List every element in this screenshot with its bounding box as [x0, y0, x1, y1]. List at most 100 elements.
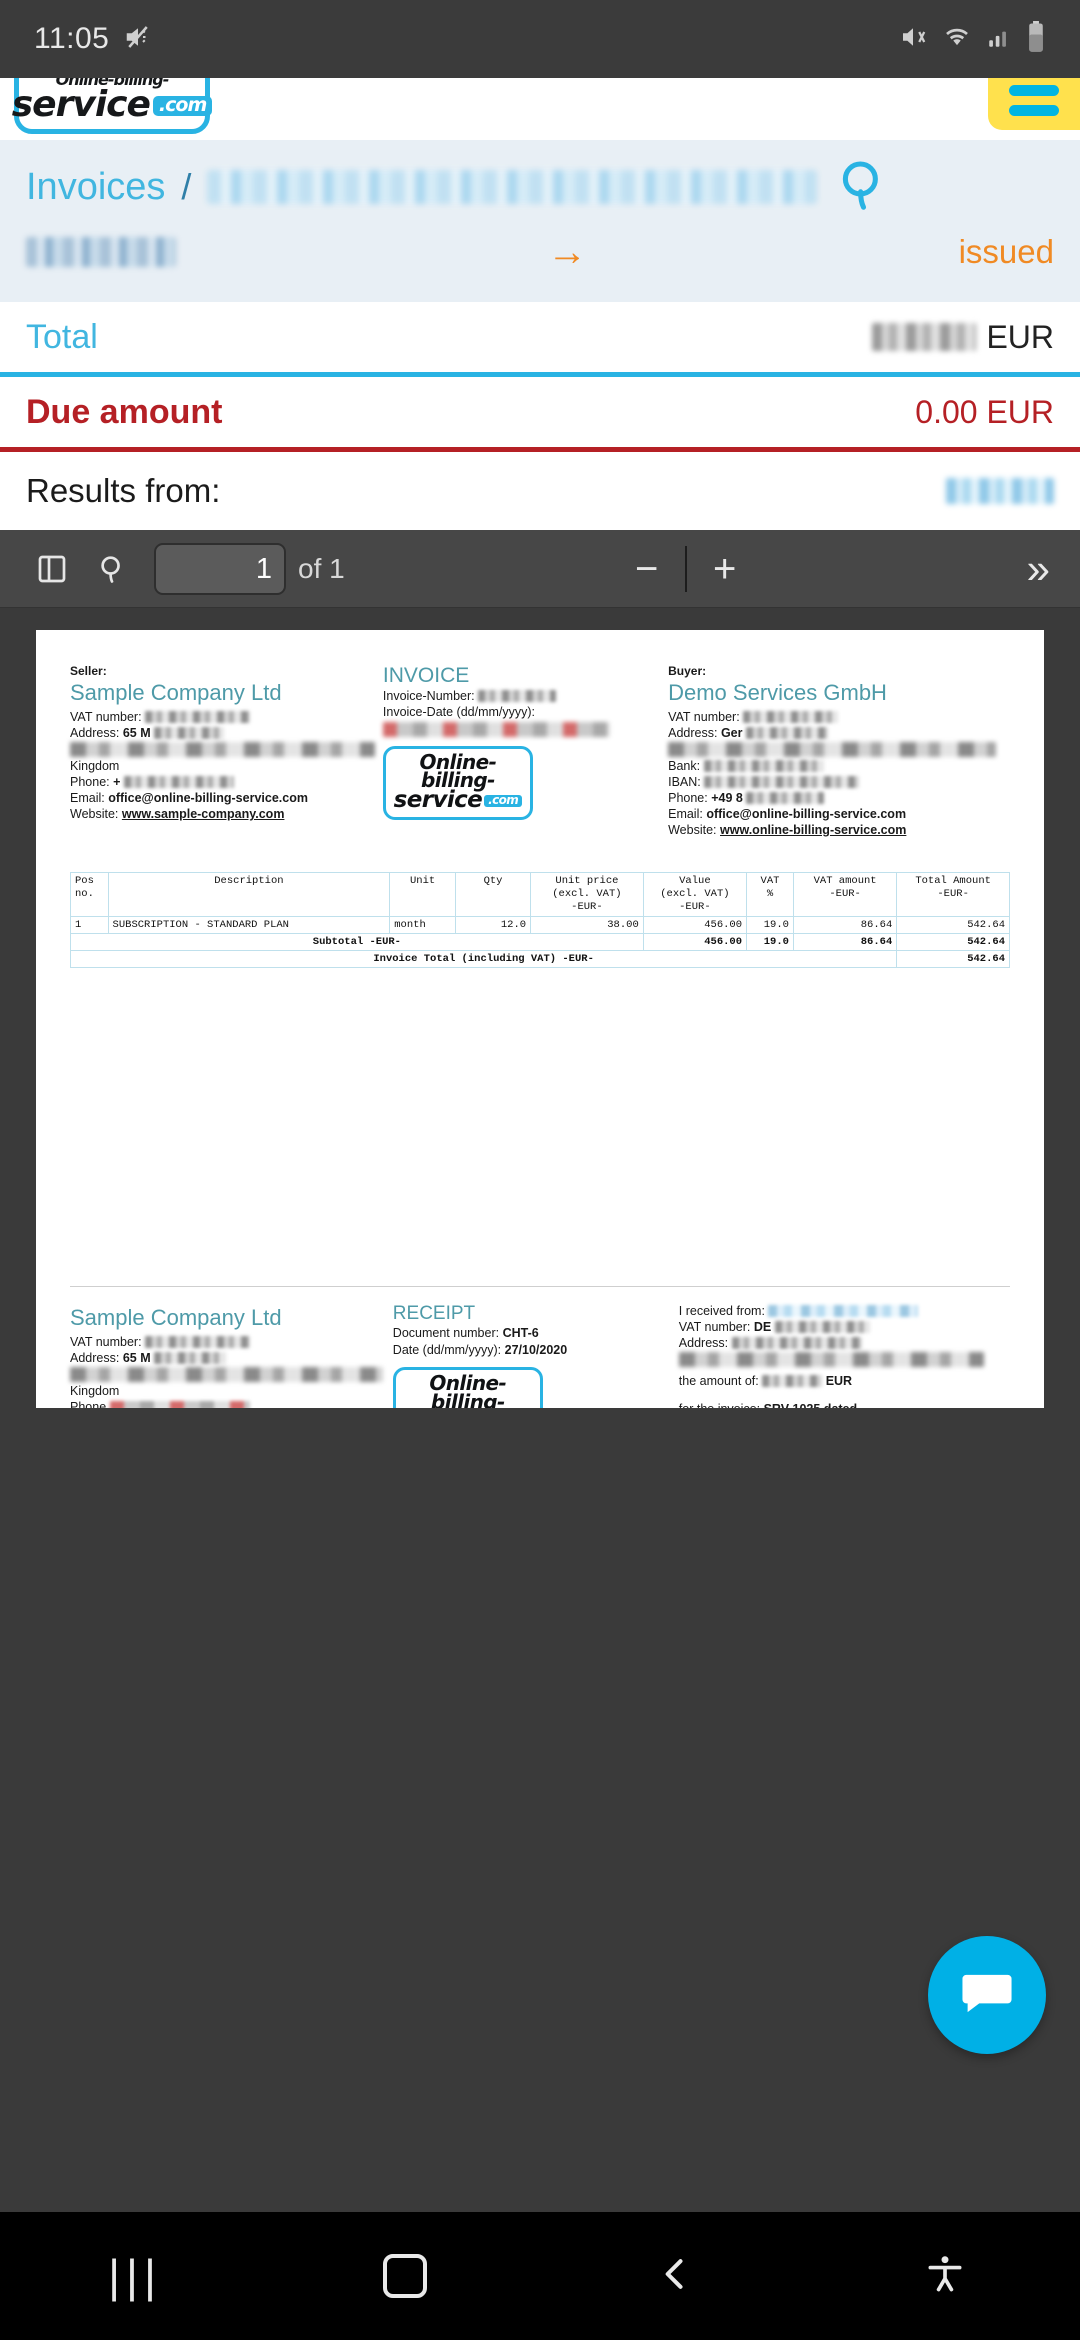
- status-badge: issued: [958, 233, 1054, 270]
- receipt-payer-address: Address:: [679, 1335, 1010, 1351]
- pdf-search-icon[interactable]: [82, 552, 142, 586]
- logo-line2: service .com: [12, 86, 213, 122]
- buyer-vat: VAT number:: [668, 709, 1010, 725]
- subtotal-vat-pct: 19.0: [746, 933, 794, 952]
- receipt-address: Address: 65 M: [70, 1350, 383, 1366]
- due-amount-value: 0.00 EUR: [915, 393, 1054, 430]
- receipt-phone: Phone: [70, 1399, 383, 1408]
- receipt-meta-block: RECEIPT Document number: CHT-6 Date (dd/…: [392, 1303, 669, 1408]
- buyer-website: Website: www.online-billing-service.com: [668, 823, 907, 837]
- col-unit: Unit: [389, 871, 456, 918]
- breadcrumb-invoices-link[interactable]: Invoices: [26, 166, 165, 209]
- menu-icon: [1009, 105, 1059, 116]
- cell-value: 456.00: [642, 916, 748, 935]
- invoice-date-label: Invoice-Date (dd/mm/yyyy):: [382, 705, 536, 720]
- menu-button[interactable]: [988, 78, 1080, 130]
- back-chevron-icon: [653, 2252, 697, 2301]
- pdf-toolbar: 1 of 1 − + »: [0, 530, 1080, 608]
- chat-fab-button[interactable]: [928, 1936, 1046, 2054]
- app-logo[interactable]: Online-billing- service .com: [12, 78, 213, 134]
- buyer-email: Email: office@online-billing-service.com: [668, 807, 907, 821]
- cell-description: SUBSCRIPTION - STANDARD PLAN: [107, 916, 391, 935]
- invoice-status-row: → issued: [26, 224, 1054, 280]
- more-tools-button[interactable]: »: [1027, 545, 1058, 593]
- recents-button[interactable]: |||: [60, 2249, 210, 2303]
- receipt-payer-block: I received from: VAT number: DE Address:…: [678, 1303, 1010, 1408]
- received-from: I received from:: [679, 1303, 1010, 1319]
- invoice-title: INVOICE: [382, 664, 470, 687]
- total-amount-redacted: [872, 323, 977, 351]
- receipt-phone-redacted: [109, 1401, 250, 1408]
- col-pos: Pos no.: [70, 871, 109, 918]
- signal-icon: [986, 22, 1012, 57]
- document-logo-line2: service .com: [392, 789, 524, 812]
- wifi-icon: [942, 22, 972, 57]
- seller-address-tail: Kingdom: [70, 759, 120, 773]
- subtotal-vat-amount: 86.64: [792, 933, 898, 952]
- invoice-items-table: Pos no. Description Unit Qty Unit price …: [69, 871, 1010, 969]
- receipt-address-line2-redacted: [70, 1367, 383, 1383]
- invoice-header: Seller: Sample Company Ltd VAT number: A…: [70, 664, 1010, 838]
- col-vat-amount: VAT amount -EUR-: [792, 871, 898, 918]
- accessibility-icon: [923, 2252, 967, 2301]
- buyer-name: Demo Services GmbH: [668, 680, 887, 705]
- results-from-label: Results from:: [26, 472, 221, 509]
- status-bar-left: 11:05: [34, 22, 153, 57]
- home-button[interactable]: [330, 2254, 480, 2298]
- search-icon[interactable]: [835, 156, 893, 219]
- receipt-doc-number: Document number: CHT-6: [392, 1326, 539, 1341]
- breadcrumb-current-redacted: [207, 170, 818, 204]
- breadcrumb-band: Invoices / → issued: [0, 140, 1080, 302]
- accessibility-button[interactable]: [870, 2252, 1020, 2301]
- col-description: Description: [107, 871, 391, 918]
- cell-qty: 12.0: [454, 916, 532, 935]
- pdf-viewport[interactable]: Seller: Sample Company Ltd VAT number: A…: [0, 608, 1080, 1408]
- due-amount-row: Due amount 0.00 EUR: [0, 377, 1080, 447]
- subtotal-row: Subtotal -EUR- 456.00 19.0 86.64 542.64: [70, 933, 1010, 952]
- document-logo-line1: Online-billing-: [419, 749, 497, 793]
- back-button[interactable]: [600, 2252, 750, 2301]
- subtotal-total: 542.64: [896, 933, 1010, 952]
- receipt-address-redacted: [154, 1352, 227, 1365]
- buyer-phone: Phone: +49 8: [668, 790, 1010, 806]
- results-from-row: Results from:: [0, 452, 1080, 530]
- zoom-divider: [684, 545, 687, 592]
- invoice-number-redacted: [478, 690, 557, 702]
- page-count-label: of 1: [298, 552, 345, 584]
- seller-address-line2-redacted: [70, 742, 375, 757]
- logo-com-badge: .com: [152, 95, 213, 117]
- buyer-address: Address: Ger: [668, 725, 1010, 741]
- buyer-iban-redacted: [704, 776, 860, 788]
- zoom-controls: − +: [615, 545, 757, 592]
- seller-phone-redacted: [123, 776, 234, 788]
- receipt-logo: Online-billing- service.com: [392, 1366, 543, 1408]
- buyer-heading: Buyer:: [668, 664, 707, 678]
- seller-heading: Seller:: [70, 664, 107, 678]
- receipt-payer-vat: VAT number: DE: [679, 1319, 1010, 1335]
- total-row: Total EUR: [0, 302, 1080, 372]
- total-label: Total: [26, 317, 98, 356]
- seller-address-redacted: [154, 727, 225, 739]
- total-value: EUR: [872, 319, 1054, 356]
- seller-vat-redacted: [145, 711, 251, 723]
- cell-total: 542.64: [896, 916, 1010, 935]
- receipt-date: Date (dd/mm/yyyy): 27/10/2020: [392, 1342, 568, 1357]
- receipt-payer-address-line2-redacted: [678, 1352, 984, 1368]
- receipt-payer-vat-redacted: [774, 1321, 870, 1334]
- receipt-logo-line1: Online-billing-: [429, 1370, 507, 1408]
- received-from-redacted: [768, 1305, 919, 1318]
- grandtotal-value: 542.64: [896, 950, 1010, 969]
- buyer-bank: Bank:: [668, 758, 1010, 774]
- zoom-in-button[interactable]: +: [693, 549, 757, 589]
- receipt-payer-address-redacted: [731, 1337, 862, 1350]
- sidebar-toggle-icon[interactable]: [22, 551, 82, 587]
- invoice-page: Seller: Sample Company Ltd VAT number: A…: [36, 630, 1044, 1408]
- mute-icon: [898, 22, 928, 57]
- seller-phone: Phone: +: [70, 774, 375, 790]
- document-logo: Online-billing- service .com: [382, 745, 533, 820]
- page-number-input[interactable]: 1: [154, 542, 286, 595]
- grandtotal-row: Invoice Total (including VAT) -EUR- 542.…: [69, 950, 1010, 969]
- buyer-block: Buyer: Demo Services GmbH VAT number: Ad…: [668, 664, 1010, 838]
- menu-icon: [1009, 85, 1059, 96]
- zoom-out-button[interactable]: −: [615, 549, 679, 589]
